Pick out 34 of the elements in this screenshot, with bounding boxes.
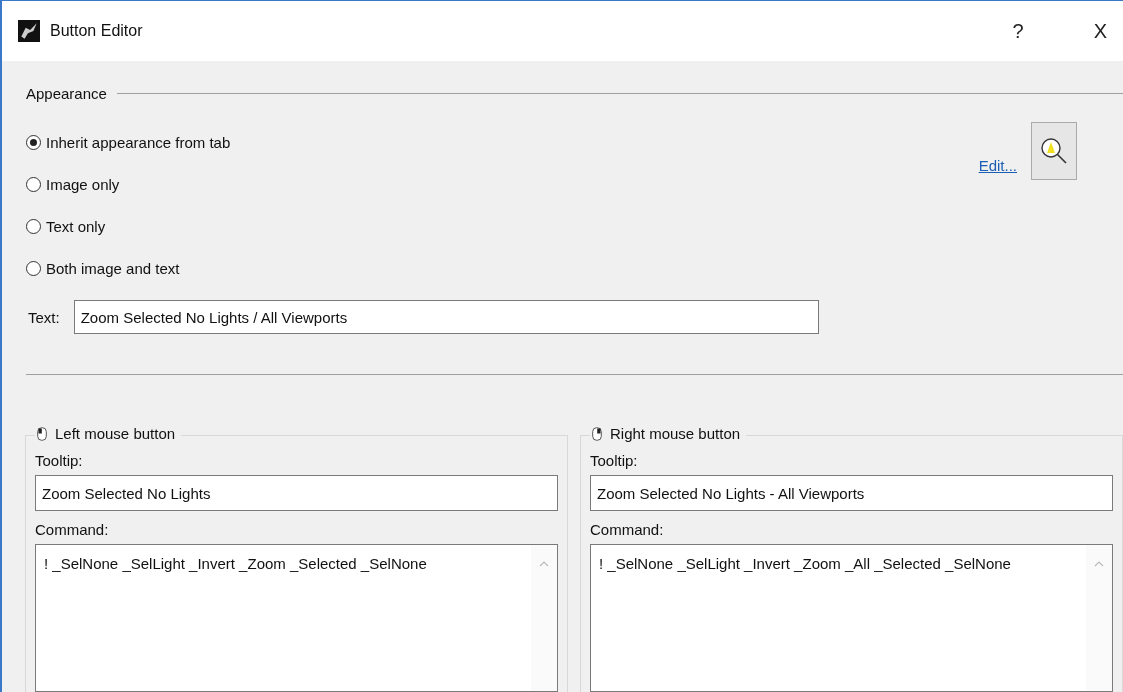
magnifier-icon — [1039, 136, 1069, 166]
scroll-up-icon — [539, 561, 549, 567]
scroll-bar[interactable] — [1086, 545, 1112, 691]
help-button[interactable]: ? — [1004, 15, 1032, 47]
scroll-up-icon — [1094, 561, 1104, 567]
command-field[interactable]: ! _SelNone _SelLight _Invert _Zoom _All _Selected _SelNone — [590, 544, 1113, 692]
image-button[interactable] — [1031, 122, 1077, 180]
close-button[interactable]: X — [1085, 15, 1115, 47]
radio-label[interactable]: Both image and text — [46, 260, 180, 277]
window-title: Button Editor — [50, 22, 143, 40]
command-field[interactable]: ! _SelNone _SelLight _Invert _Zoom _Selected _SelNone — [35, 544, 558, 692]
group-title: Left mouse button — [55, 425, 176, 442]
mouse-icon — [37, 426, 47, 441]
app-logo-icon — [18, 20, 40, 42]
tooltip-label: Tooltip: — [590, 452, 639, 469]
command-label: Command: — [35, 521, 110, 538]
tooltip-field[interactable]: Zoom Selected No Lights - All Viewports — [590, 475, 1113, 511]
radio-label[interactable]: Image only — [46, 176, 120, 193]
radio-button[interactable] — [26, 219, 41, 234]
group-title: Right mouse button — [610, 425, 741, 442]
radio-label[interactable]: Text only — [46, 218, 106, 235]
edit-link[interactable]: Edit... — [978, 157, 1017, 180]
scroll-bar[interactable] — [531, 545, 557, 691]
tooltip-field[interactable]: Zoom Selected No Lights — [35, 475, 558, 511]
radio-button[interactable] — [26, 177, 41, 192]
radio-label[interactable]: Inherit appearance from tab — [46, 134, 231, 151]
section-title: Appearance — [26, 85, 107, 102]
radio-button[interactable] — [26, 135, 41, 150]
radio-button[interactable] — [26, 261, 41, 276]
command-label: Command: — [590, 521, 665, 538]
tooltip-label: Tooltip: — [35, 452, 84, 469]
mouse-icon — [592, 426, 602, 441]
text-field[interactable]: Zoom Selected No Lights / All Viewports — [73, 300, 819, 334]
text-label: Text: — [28, 308, 60, 326]
